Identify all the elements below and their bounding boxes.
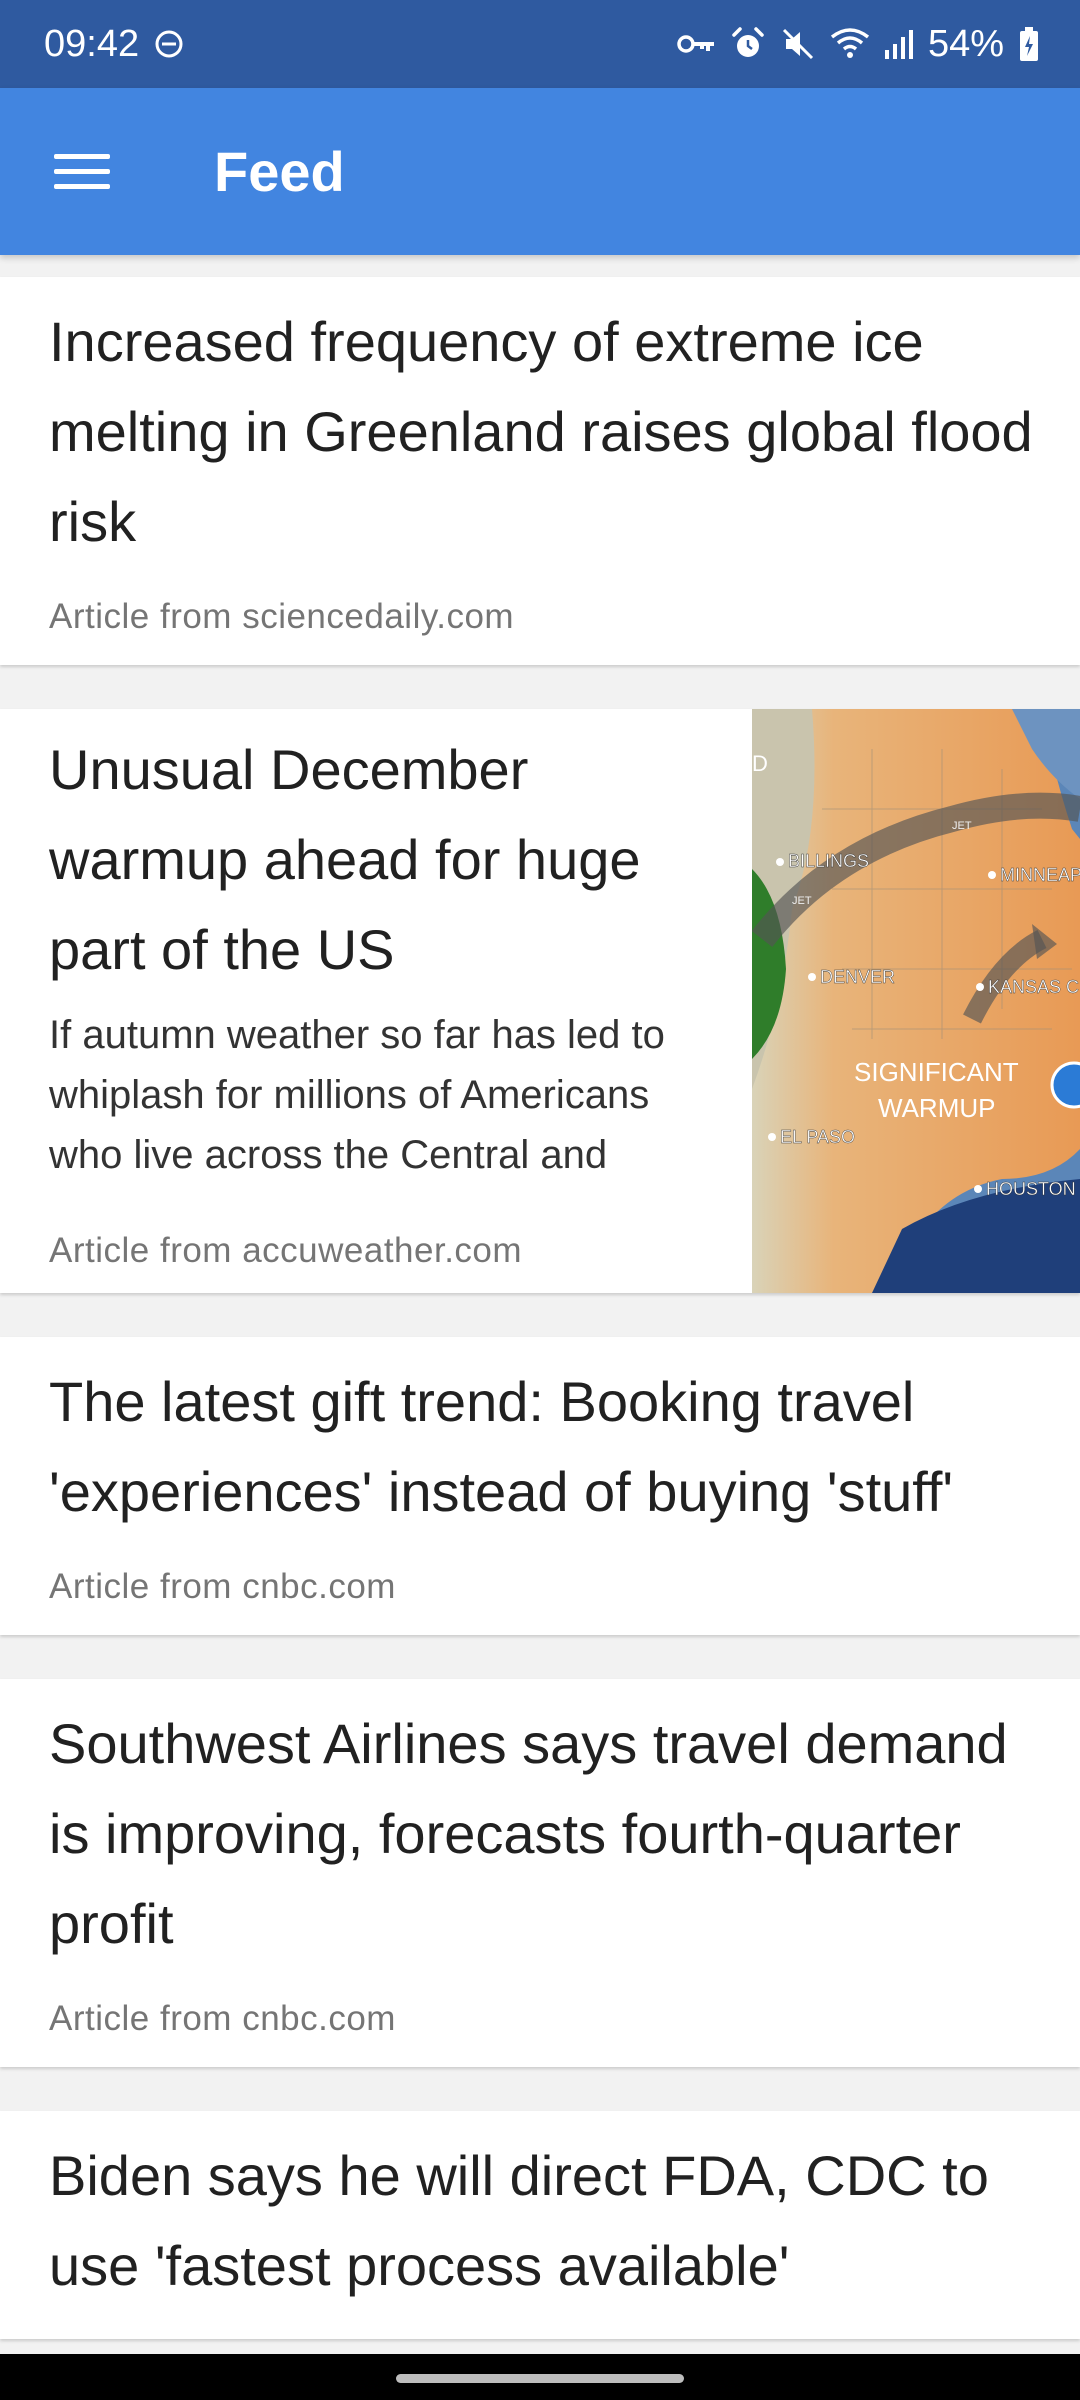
- card-content: Increased frequency of extreme ice melti…: [0, 277, 1080, 665]
- card-content: Biden says he will direct FDA, CDC to us…: [0, 2111, 1080, 2339]
- map-edge-label: D: [752, 751, 768, 776]
- article-source: Article from sciencedaily.com: [49, 597, 515, 636]
- map-city-label: KANSAS C: [988, 977, 1079, 997]
- do-not-disturb-icon: [153, 24, 185, 64]
- map-city-label: BILLINGS: [788, 851, 869, 871]
- vpn-key-icon: [676, 24, 716, 64]
- status-time: 09:42: [44, 22, 140, 65]
- battery-percent: 54%: [927, 22, 1004, 65]
- app-bar: Feed: [0, 88, 1080, 255]
- map-city-label: MINNEAP: [1000, 865, 1080, 885]
- feed-card[interactable]: Unusual December warmup ahead for huge p…: [0, 709, 1080, 1293]
- article-headline: Increased frequency of extreme ice melti…: [49, 310, 1033, 553]
- feed-card[interactable]: Southwest Airlines says travel demand is…: [0, 1679, 1080, 2067]
- card-content: The latest gift trend: Booking travel 'e…: [0, 1337, 1080, 1635]
- hamburger-menu-icon[interactable]: [54, 142, 114, 202]
- weather-map-image: JET JET D BILLINGS MINNEAP DENVER KANSAS…: [752, 709, 1080, 1293]
- article-headline: The latest gift trend: Booking travel 'e…: [49, 1370, 954, 1523]
- feed-card[interactable]: Biden says he will direct FDA, CDC to us…: [0, 2111, 1080, 2339]
- article-headline: Unusual December warmup ahead for huge p…: [49, 738, 641, 981]
- article-source: Article from cnbc.com: [49, 1999, 396, 2038]
- feed-card[interactable]: The latest gift trend: Booking travel 'e…: [0, 1337, 1080, 1635]
- map-city-label: EL PASO: [780, 1127, 855, 1147]
- battery-charging-icon: [1018, 24, 1040, 64]
- card-content: Southwest Airlines says travel demand is…: [0, 1679, 1080, 2067]
- article-headline: Southwest Airlines says travel demand is…: [49, 1712, 1008, 1955]
- navigation-bar: [0, 2354, 1080, 2400]
- wifi-icon: [830, 24, 870, 64]
- map-annotation: WARMUP: [878, 1093, 995, 1123]
- feed-list[interactable]: Increased frequency of extreme ice melti…: [0, 277, 1080, 2383]
- article-thumbnail: JET JET D BILLINGS MINNEAP DENVER KANSAS…: [752, 709, 1080, 1293]
- card-content: Unusual December warmup ahead for huge p…: [0, 709, 752, 1293]
- status-left: 09:42: [44, 23, 185, 66]
- article-headline: Biden says he will direct FDA, CDC to us…: [49, 2144, 989, 2297]
- map-city-label: DENVER: [820, 967, 895, 987]
- feed-card[interactable]: Increased frequency of extreme ice melti…: [0, 277, 1080, 665]
- article-source: Article from accuweather.com: [49, 1231, 523, 1270]
- page-title: Feed: [214, 140, 345, 203]
- status-bar: 09:42 54%: [0, 0, 1080, 88]
- map-city-label: HOUSTON: [986, 1179, 1076, 1199]
- status-right: 54%: [676, 23, 1040, 66]
- article-source: Article from cnbc.com: [49, 1567, 396, 1606]
- signal-icon: [884, 24, 914, 64]
- map-annotation: SIGNIFICANT: [854, 1057, 1019, 1087]
- mute-icon: [780, 24, 816, 64]
- article-summary: If autumn weather so far has led to whip…: [49, 1013, 665, 1177]
- alarm-icon: [730, 24, 766, 64]
- home-indicator[interactable]: [396, 2374, 684, 2383]
- jet-label: JET: [952, 820, 972, 832]
- jet-label: JET: [792, 895, 812, 907]
